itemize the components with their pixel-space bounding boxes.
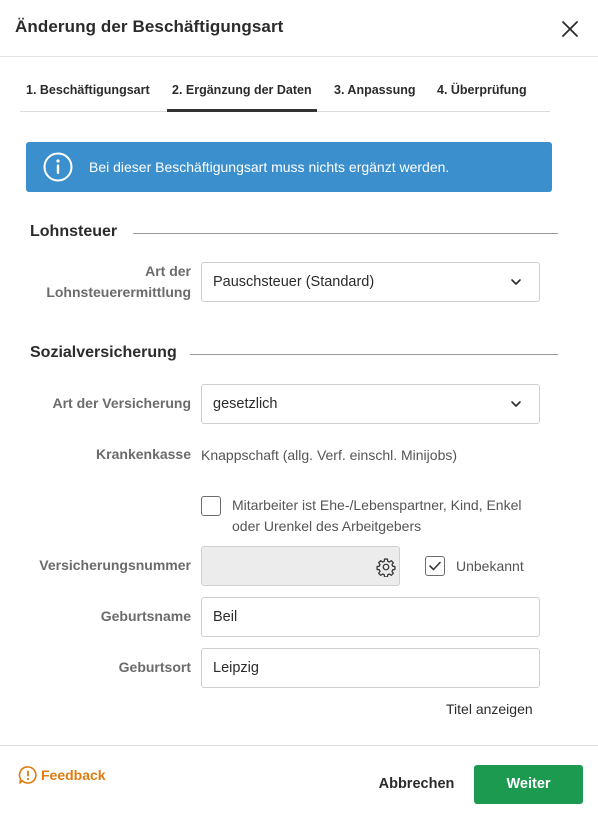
label-line: Art der	[145, 263, 191, 279]
tab-beschaeftigungsart[interactable]: 1. Beschäftigungsart	[26, 83, 150, 112]
dialog-header: Änderung der Beschäftigungsart	[0, 0, 598, 57]
versicherungsnummer-label: Versicherungsnummer	[39, 557, 191, 573]
versicherung-select[interactable]: gesetzlich	[201, 384, 540, 424]
lohnsteuerermittlung-select[interactable]: Pauschsteuer (Standard)	[201, 262, 540, 302]
label-line: oder Urenkel des Arbeitgebers	[232, 518, 422, 534]
check-icon	[429, 561, 441, 571]
show-title-link[interactable]: Titel anzeigen	[446, 701, 533, 717]
versicherung-label: Art der Versicherung	[52, 395, 192, 411]
versicherungsnummer-input	[201, 546, 400, 586]
info-banner-text: Bei dieser Beschäftigungsart muss nichts…	[89, 159, 450, 175]
geburtsort-input[interactable]: Leipzig	[201, 648, 540, 688]
geburtsort-label: Geburtsort	[118, 659, 191, 675]
chevron-down-icon	[511, 279, 521, 285]
section-lohnsteuer: Lohnsteuer	[30, 223, 558, 245]
close-icon	[562, 21, 578, 37]
input-value: Leipzig	[213, 660, 259, 676]
section-divider	[133, 233, 558, 234]
krankenkasse-label: Krankenkasse	[96, 446, 191, 462]
gear-icon[interactable]	[376, 557, 396, 577]
input-value: Beil	[213, 609, 238, 625]
section-heading-lohnsteuer: Lohnsteuer	[30, 223, 118, 240]
label-line: Mitarbeiter ist Ehe-/Lebenspartner, Kind…	[232, 497, 522, 513]
lohnsteuerermittlung-label: Art der Lohnsteuerermittlung	[20, 261, 191, 303]
dialog-title: Änderung der Beschäftigungsart	[15, 17, 284, 36]
feedback-label: Feedback	[41, 767, 106, 783]
wizard-tabs: 1. Beschäftigungsart 2. Ergänzung der Da…	[20, 74, 550, 112]
section-divider	[190, 354, 558, 355]
selected-value: Pauschsteuer (Standard)	[213, 274, 375, 290]
label-line: Lohnsteuerermittlung	[46, 284, 191, 300]
change-employment-type-dialog: Änderung der Beschäftigungsart 1. Beschä…	[0, 0, 598, 818]
close-button[interactable]	[558, 17, 582, 41]
family-member-checkbox[interactable]	[201, 496, 221, 516]
geburtsname-input[interactable]: Beil	[201, 597, 540, 637]
dialog-footer: Feedback Abbrechen Weiter	[0, 745, 598, 818]
unbekannt-checkbox[interactable]	[425, 556, 445, 576]
next-button[interactable]: Weiter	[474, 765, 583, 804]
krankenkasse-value: Knappschaft (allg. Verf. einschl. Minijo…	[201, 447, 458, 463]
selected-value: gesetzlich	[213, 396, 278, 412]
section-sozialversicherung: Sozialversicherung	[30, 344, 558, 366]
info-banner: Bei dieser Beschäftigungsart muss nichts…	[26, 142, 552, 192]
tab-ueberpruefung[interactable]: 4. Überprüfung	[437, 83, 527, 112]
cancel-button[interactable]: Abbrechen	[370, 767, 463, 803]
tab-ergaenzung-der-daten[interactable]: 2. Ergänzung der Daten	[167, 83, 317, 112]
info-icon	[43, 152, 73, 182]
chevron-down-icon	[511, 401, 521, 407]
section-heading-sozialversicherung: Sozialversicherung	[30, 344, 177, 361]
tab-anpassung[interactable]: 3. Anpassung	[334, 83, 416, 112]
unbekannt-label: Unbekannt	[456, 558, 524, 574]
family-member-checkbox-label: Mitarbeiter ist Ehe-/Lebenspartner, Kind…	[232, 495, 552, 537]
feedback-icon	[18, 766, 37, 784]
geburtsname-label: Geburtsname	[100, 608, 191, 624]
